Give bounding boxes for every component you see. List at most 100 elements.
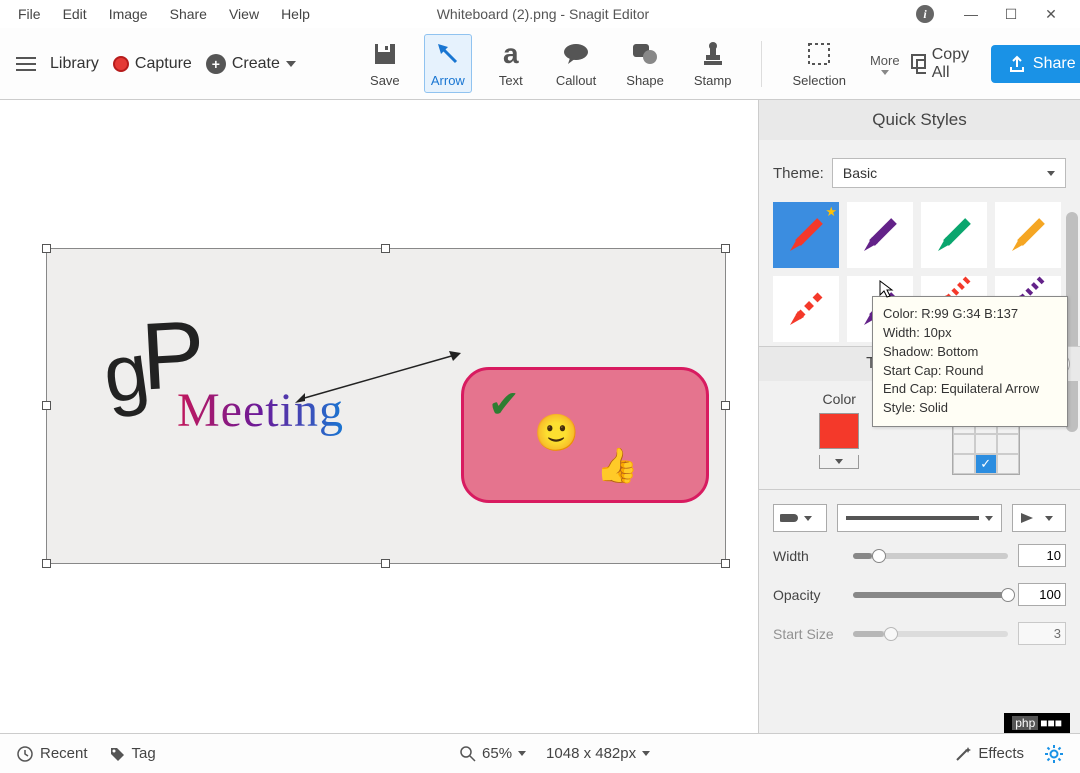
menu-file[interactable]: File bbox=[8, 2, 51, 26]
color-swatch[interactable] bbox=[819, 413, 859, 449]
stamp-icon bbox=[698, 39, 728, 69]
style-tooltip: Color: R:99 G:34 B:137 Width: 10px Shado… bbox=[872, 296, 1068, 427]
library-button[interactable]: Library bbox=[50, 55, 99, 73]
resize-handle[interactable] bbox=[381, 244, 390, 253]
copy-all-button[interactable]: Copy All bbox=[910, 46, 975, 82]
resize-handle[interactable] bbox=[42, 401, 51, 410]
chevron-down-icon bbox=[1047, 171, 1055, 176]
wand-icon bbox=[954, 745, 972, 763]
resize-handle[interactable] bbox=[42, 244, 51, 253]
callout-icon bbox=[561, 39, 591, 69]
share-label: Share bbox=[1033, 55, 1076, 73]
style-arrow-green[interactable] bbox=[921, 202, 987, 268]
recent-button[interactable]: Recent bbox=[16, 745, 88, 763]
resize-handle[interactable] bbox=[42, 559, 51, 568]
info-icon[interactable]: i bbox=[916, 5, 934, 23]
maximize-button[interactable]: ☐ bbox=[1002, 6, 1020, 23]
theme-label: Theme: bbox=[773, 165, 824, 182]
style-arrow-red-dashed[interactable] bbox=[773, 276, 839, 342]
create-label: Create bbox=[232, 55, 280, 73]
startsize-input[interactable] bbox=[1018, 622, 1066, 645]
search-icon bbox=[460, 746, 476, 762]
chevron-down-icon bbox=[881, 70, 889, 75]
color-label: Color bbox=[823, 391, 856, 407]
tool-stamp-label: Stamp bbox=[694, 73, 732, 88]
save-icon bbox=[370, 39, 400, 69]
tool-text-label: Text bbox=[499, 73, 523, 88]
capture-button[interactable]: Capture bbox=[113, 55, 192, 73]
clock-icon bbox=[16, 745, 34, 763]
cursor-icon bbox=[878, 279, 894, 299]
start-cap-select[interactable] bbox=[773, 504, 827, 532]
menu-image[interactable]: Image bbox=[99, 2, 158, 26]
width-input[interactable] bbox=[1018, 544, 1066, 567]
tag-button[interactable]: Tag bbox=[108, 745, 156, 763]
tool-callout[interactable]: Callout bbox=[550, 35, 602, 92]
selection-icon bbox=[804, 39, 834, 69]
thumbsup-icon: 👍 bbox=[596, 446, 638, 486]
minimize-button[interactable]: — bbox=[962, 6, 980, 22]
dimensions-control[interactable]: 1048 x 482px bbox=[546, 745, 650, 762]
canvas-arrow bbox=[295, 347, 465, 407]
startsize-slider[interactable] bbox=[853, 631, 1008, 637]
tool-arrow[interactable]: Arrow bbox=[424, 34, 472, 93]
resize-handle[interactable] bbox=[721, 244, 730, 253]
opacity-label: Opacity bbox=[773, 587, 843, 603]
resize-handle[interactable] bbox=[721, 401, 730, 410]
tool-text[interactable]: a Text bbox=[490, 35, 532, 92]
tool-selection-label: Selection bbox=[792, 73, 845, 88]
watermark: php■■■ bbox=[1004, 713, 1070, 733]
end-cap-select[interactable] bbox=[1012, 504, 1066, 532]
tool-stamp[interactable]: Stamp bbox=[688, 35, 738, 92]
toolbar: Library Capture + Create Save Arrow a Te… bbox=[0, 28, 1080, 100]
window-title: Whiteboard (2).png - Snagit Editor bbox=[172, 6, 914, 22]
canvas-pink-box: ✔ 🙂 👍 bbox=[461, 367, 709, 503]
style-arrow-red[interactable]: ★ bbox=[773, 202, 839, 268]
resize-handle[interactable] bbox=[381, 559, 390, 568]
canvas[interactable]: gP Meeting ✔ 🙂 👍 bbox=[46, 248, 726, 564]
shadow-bottom[interactable]: ✓ bbox=[975, 454, 997, 474]
check-icon: ✔ bbox=[488, 382, 520, 427]
canvas-area[interactable]: gP Meeting ✔ 🙂 👍 bbox=[0, 100, 758, 733]
close-button[interactable]: ✕ bbox=[1042, 6, 1060, 23]
style-arrow-orange[interactable] bbox=[995, 202, 1061, 268]
effects-button[interactable]: Effects bbox=[954, 745, 1024, 763]
quick-styles-title: Quick Styles bbox=[759, 100, 1080, 140]
share-icon bbox=[1009, 55, 1025, 73]
width-label: Width bbox=[773, 548, 843, 564]
more-label: More bbox=[870, 53, 900, 68]
tool-save-label: Save bbox=[370, 73, 400, 88]
tag-icon bbox=[108, 745, 126, 763]
tool-selection[interactable]: Selection bbox=[786, 35, 851, 92]
menu-bar: File Edit Image Share View Help Whiteboa… bbox=[0, 0, 1080, 28]
shape-icon bbox=[630, 39, 660, 69]
menu-edit[interactable]: Edit bbox=[53, 2, 97, 26]
text-icon: a bbox=[496, 39, 526, 69]
theme-select[interactable]: Basic bbox=[832, 158, 1066, 188]
width-slider[interactable] bbox=[853, 553, 1008, 559]
opacity-slider[interactable] bbox=[853, 592, 1008, 598]
tool-save[interactable]: Save bbox=[364, 35, 406, 92]
more-button[interactable]: More bbox=[870, 53, 900, 75]
share-button[interactable]: Share bbox=[991, 45, 1080, 83]
resize-handle[interactable] bbox=[721, 559, 730, 568]
arrow-icon bbox=[433, 39, 463, 69]
smiley-icon: 🙂 bbox=[534, 412, 579, 454]
opacity-input[interactable] bbox=[1018, 583, 1066, 606]
zoom-control[interactable]: 65% bbox=[460, 745, 526, 762]
tool-callout-label: Callout bbox=[556, 73, 596, 88]
color-dropdown[interactable] bbox=[819, 455, 859, 469]
create-button[interactable]: + Create bbox=[206, 54, 296, 74]
copy-all-label: Copy All bbox=[932, 46, 975, 82]
tool-shape[interactable]: Shape bbox=[620, 35, 670, 92]
gear-icon bbox=[1044, 744, 1064, 764]
chevron-down-icon bbox=[518, 751, 526, 756]
plus-icon: + bbox=[206, 54, 226, 74]
copy-icon bbox=[910, 53, 926, 75]
hamburger-icon[interactable] bbox=[16, 57, 36, 71]
tool-shape-label: Shape bbox=[626, 73, 664, 88]
settings-button[interactable] bbox=[1044, 744, 1064, 764]
chevron-down-icon bbox=[642, 751, 650, 756]
style-arrow-purple[interactable] bbox=[847, 202, 913, 268]
line-style-select[interactable] bbox=[837, 504, 1002, 532]
